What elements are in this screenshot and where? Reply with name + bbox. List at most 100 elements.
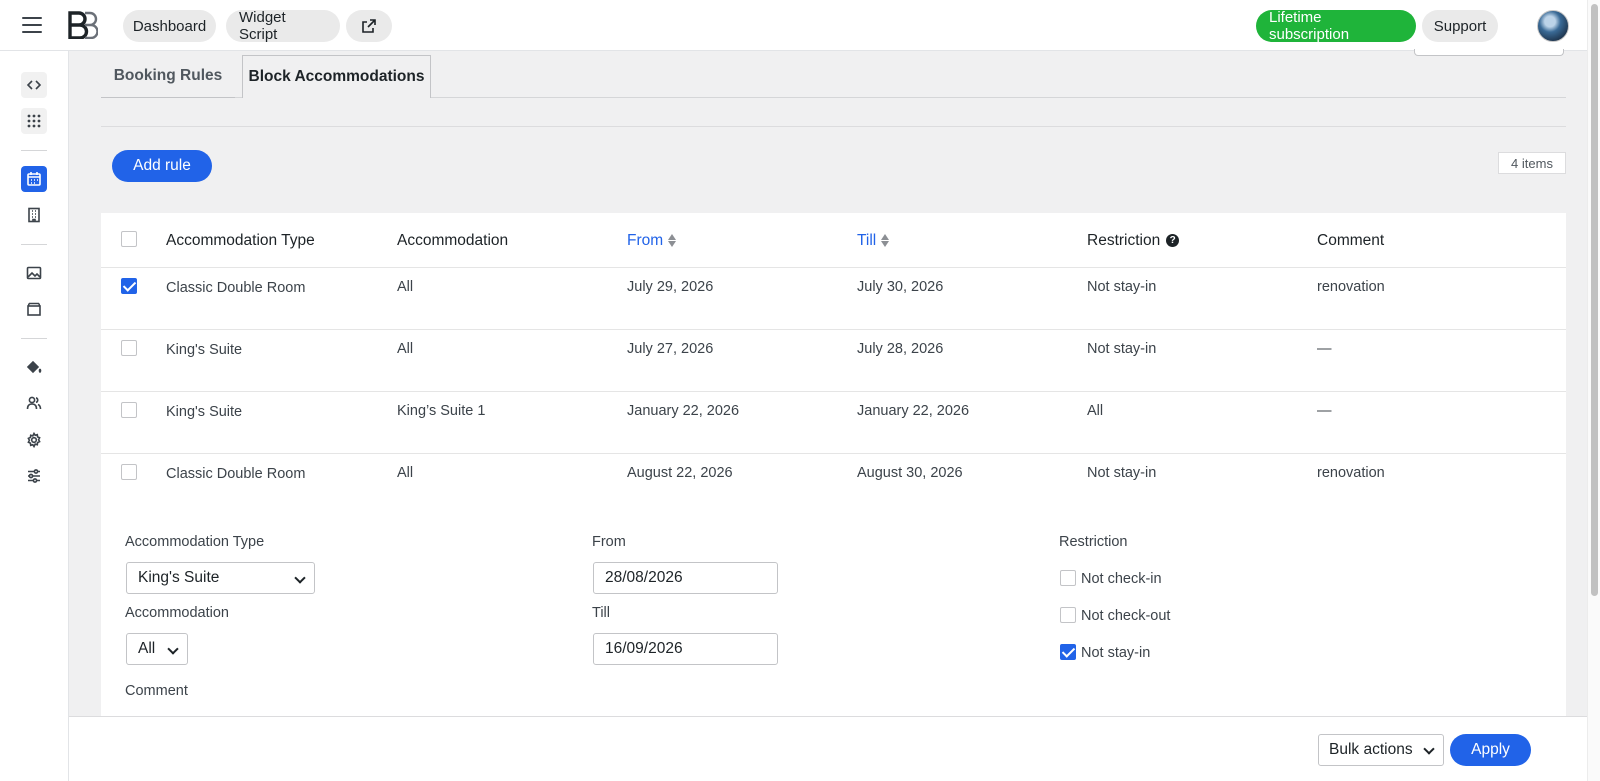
cell-restriction: Not stay-in bbox=[1087, 341, 1157, 357]
from-date-input[interactable]: 28/08/2026 bbox=[593, 562, 778, 594]
sidebar-item-design[interactable] bbox=[21, 354, 47, 380]
cell-restriction: Not stay-in bbox=[1087, 279, 1157, 295]
sliders-icon bbox=[28, 469, 40, 483]
cell-type: King's Suite bbox=[166, 404, 243, 420]
external-link-icon bbox=[362, 19, 376, 33]
table-row[interactable]: King's Suite All July 27, 2026 July 28, … bbox=[101, 330, 1566, 392]
accommodation-select[interactable]: All bbox=[126, 633, 188, 665]
accommodation-type-select[interactable]: King's Suite bbox=[126, 562, 315, 594]
tab-block-accommodations[interactable]: Block Accommodations bbox=[242, 55, 431, 98]
code-icon bbox=[26, 80, 42, 90]
cell-restriction: All bbox=[1087, 403, 1104, 419]
table-row[interactable]: Classic Double Room All August 22, 2026 … bbox=[101, 454, 1566, 516]
sort-icon bbox=[668, 234, 677, 247]
till-date-input[interactable]: 16/09/2026 bbox=[593, 633, 778, 665]
not-stay-in-label[interactable]: Not stay-in bbox=[1081, 645, 1150, 661]
header-accommodation-type: Accommodation Type bbox=[166, 231, 315, 249]
not-check-in-label[interactable]: Not check-in bbox=[1081, 571, 1162, 587]
avatar[interactable] bbox=[1537, 10, 1569, 42]
cell-comment: — bbox=[1317, 341, 1332, 357]
tab-bar: Booking Rules Block Accommodations bbox=[101, 55, 1566, 98]
cell-till: July 30, 2026 bbox=[857, 279, 944, 295]
lifetime-subscription-button[interactable]: Lifetime subscription bbox=[1256, 9, 1416, 43]
row-checkbox[interactable] bbox=[121, 464, 137, 480]
row-checkbox[interactable] bbox=[121, 278, 137, 294]
header-till-label: Till bbox=[857, 231, 877, 249]
not-check-out-checkbox[interactable] bbox=[1060, 607, 1076, 623]
cell-restriction: Not stay-in bbox=[1087, 465, 1157, 481]
accommodation-label: Accommodation bbox=[125, 605, 229, 621]
add-rule-button[interactable]: Add rule bbox=[112, 150, 212, 182]
main-content: Booking Rules Block Accommodations Add r… bbox=[69, 49, 1587, 781]
external-link-button[interactable] bbox=[346, 10, 392, 42]
cell-type: Classic Double Room bbox=[166, 466, 306, 482]
row-checkbox[interactable] bbox=[121, 402, 137, 418]
rules-table: Accommodation Type Accommodation From Ti… bbox=[101, 213, 1566, 773]
sidebar-item-settings[interactable] bbox=[21, 427, 47, 453]
sidebar-item-filters[interactable] bbox=[21, 463, 47, 489]
sidebar-item-calendar[interactable] bbox=[21, 166, 47, 192]
dashboard-button[interactable]: Dashboard bbox=[123, 10, 216, 42]
header-restriction-label: Restriction bbox=[1087, 231, 1161, 249]
paint-bucket-icon bbox=[26, 360, 42, 374]
cell-accommodation: All bbox=[397, 465, 414, 481]
cell-till: January 22, 2026 bbox=[857, 403, 970, 419]
cell-type: King's Suite bbox=[166, 342, 243, 358]
from-label: From bbox=[592, 534, 626, 550]
logo bbox=[68, 11, 98, 39]
users-icon bbox=[26, 396, 42, 410]
table-row[interactable]: Classic Double Room All July 29, 2026 Ju… bbox=[101, 268, 1566, 330]
sidebar-item-users[interactable] bbox=[21, 390, 47, 416]
cell-from: July 27, 2026 bbox=[627, 341, 714, 357]
help-icon[interactable]: ? bbox=[1166, 234, 1180, 247]
bulk-action-bar: Bulk actions Apply bbox=[69, 716, 1587, 781]
cell-comment: renovation bbox=[1317, 279, 1385, 295]
top-bar: Dashboard Widget Script Lifetime subscri… bbox=[0, 0, 1600, 51]
header-restriction: Restriction ? bbox=[1087, 213, 1180, 268]
not-stay-in-checkbox[interactable] bbox=[1060, 644, 1076, 660]
widget-script-button[interactable]: Widget Script bbox=[226, 9, 340, 43]
accommodation-type-label: Accommodation Type bbox=[125, 534, 265, 550]
header-from-label: From bbox=[627, 231, 664, 249]
cell-from: January 22, 2026 bbox=[627, 403, 740, 419]
building-icon bbox=[28, 207, 40, 223]
chevron-down-icon bbox=[167, 643, 179, 655]
bulk-actions-select[interactable]: Bulk actions bbox=[1318, 734, 1444, 766]
sidebar-item-building[interactable] bbox=[21, 202, 47, 228]
not-check-out-label[interactable]: Not check-out bbox=[1081, 608, 1170, 624]
sidebar-item-apps[interactable] bbox=[21, 108, 47, 134]
accommodation-value: All bbox=[138, 640, 156, 657]
table-header: Accommodation Type Accommodation From Ti… bbox=[101, 213, 1566, 268]
items-count: 4 items bbox=[1498, 152, 1566, 174]
cell-accommodation: All bbox=[397, 279, 414, 295]
comment-label: Comment bbox=[125, 683, 188, 699]
header-till[interactable]: Till bbox=[857, 213, 890, 268]
restriction-label: Restriction bbox=[1059, 534, 1128, 550]
row-checkbox[interactable] bbox=[121, 340, 137, 356]
gear-icon bbox=[27, 432, 41, 448]
cell-type: Classic Double Room bbox=[166, 280, 306, 296]
scrollbar-thumb[interactable] bbox=[1591, 4, 1598, 596]
not-check-in-checkbox[interactable] bbox=[1060, 570, 1076, 586]
image-icon bbox=[26, 266, 42, 280]
header-from[interactable]: From bbox=[627, 213, 677, 268]
header-comment: Comment bbox=[1317, 231, 1385, 249]
chevron-down-icon bbox=[294, 572, 306, 584]
tab-booking-rules[interactable]: Booking Rules bbox=[101, 55, 235, 98]
grid-icon bbox=[27, 114, 41, 128]
select-all-checkbox[interactable] bbox=[121, 231, 137, 247]
table-row[interactable]: King's Suite King’s Suite 1 January 22, … bbox=[101, 392, 1566, 454]
sidebar-item-gallery[interactable] bbox=[21, 260, 47, 286]
cell-accommodation: All bbox=[397, 341, 414, 357]
sidebar-item-code[interactable] bbox=[21, 72, 47, 98]
support-button[interactable]: Support bbox=[1422, 10, 1498, 42]
cell-from: August 22, 2026 bbox=[627, 465, 733, 481]
scrollbar[interactable] bbox=[1587, 0, 1600, 781]
cell-comment: — bbox=[1317, 403, 1332, 419]
menu-icon[interactable] bbox=[18, 12, 46, 38]
sidebar-item-archive[interactable] bbox=[21, 296, 47, 322]
cell-comment: renovation bbox=[1317, 465, 1385, 481]
apply-button[interactable]: Apply bbox=[1450, 734, 1531, 766]
cell-till: July 28, 2026 bbox=[857, 341, 944, 357]
chevron-down-icon bbox=[1423, 743, 1435, 755]
